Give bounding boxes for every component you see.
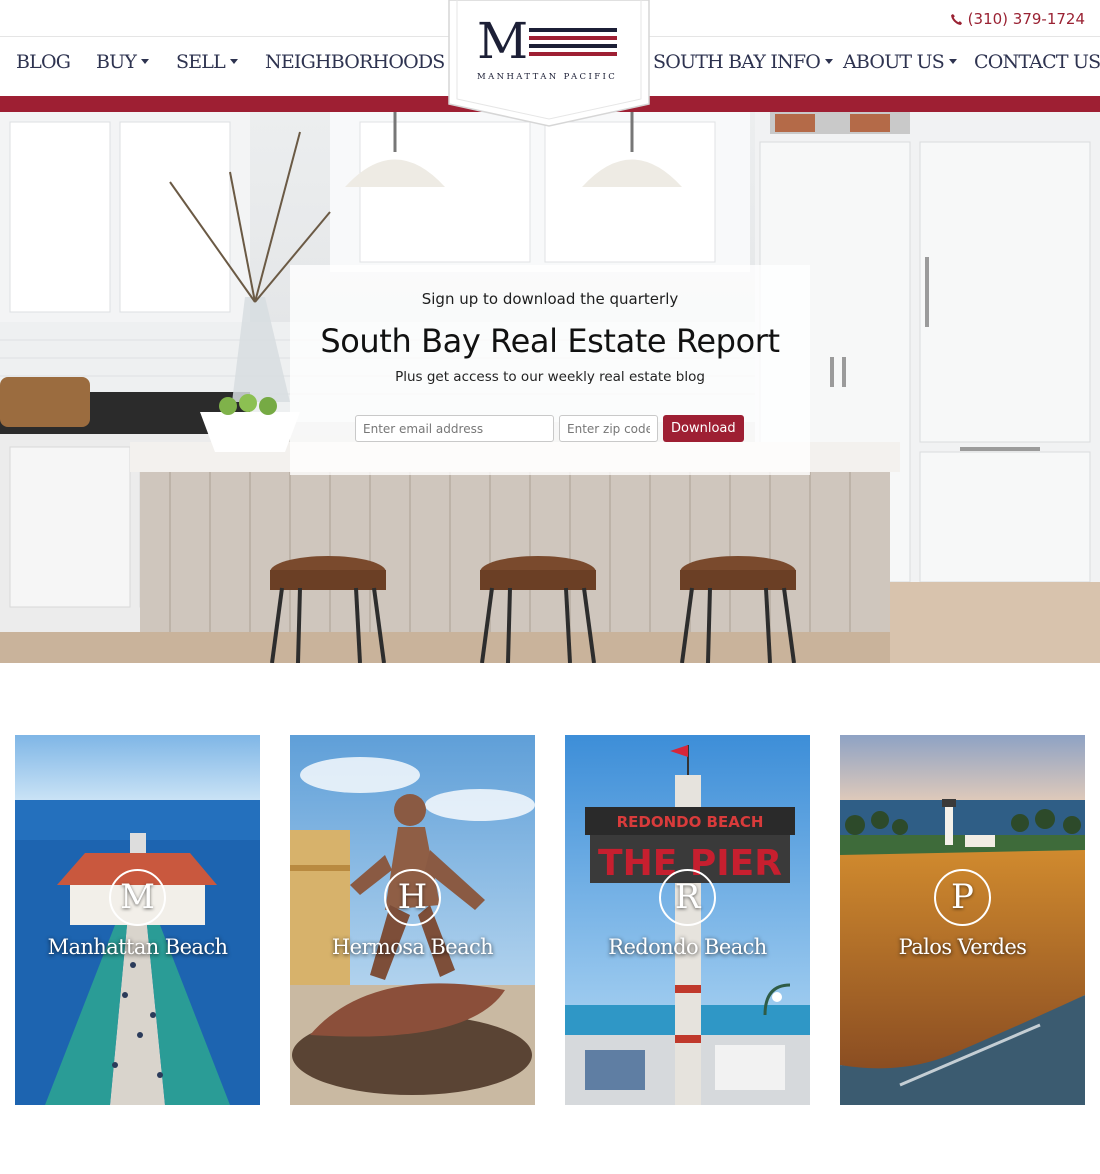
signup-form: Download	[355, 415, 744, 442]
nav-buy[interactable]: BUY	[96, 51, 150, 73]
logo-wordmark: MANHATTAN PACIFIC	[477, 72, 618, 82]
card-letter: H	[384, 869, 441, 926]
chevron-down-icon	[229, 58, 238, 64]
email-input[interactable]	[355, 415, 554, 442]
card-letter: M	[109, 869, 166, 926]
chevron-down-icon	[141, 58, 150, 64]
card-letter: R	[659, 869, 716, 926]
neighborhood-cards: M Manhattan Beach H Hermosa Beach REDOND…	[15, 735, 1085, 1105]
nav-about-us[interactable]: ABOUT US	[843, 51, 957, 73]
nav-blog[interactable]: BLOG	[16, 51, 71, 73]
download-button[interactable]: Download	[663, 415, 744, 442]
phone-icon	[950, 13, 962, 25]
card-title: Manhattan Beach	[47, 935, 228, 959]
hero-banner: Sign up to download the quarterly South …	[0, 112, 1100, 663]
card-palos-verdes[interactable]: P Palos Verdes	[840, 735, 1085, 1105]
phone-link[interactable]: (310) 379-1724	[950, 10, 1085, 28]
nav-south-bay-info[interactable]: SOUTH BAY INFO	[653, 51, 834, 73]
card-hermosa-beach[interactable]: H Hermosa Beach	[290, 735, 535, 1105]
signup-title: South Bay Real Estate Report	[320, 322, 780, 360]
logo-mark: M MANHATTAN PACIFIC	[477, 16, 621, 82]
report-signup-panel: Sign up to download the quarterly South …	[290, 265, 810, 475]
nav-south-bay-info-label: SOUTH BAY INFO	[653, 51, 821, 73]
card-manhattan-beach[interactable]: M Manhattan Beach	[15, 735, 260, 1105]
nav-sell[interactable]: SELL	[176, 51, 238, 73]
card-title: Hermosa Beach	[331, 935, 494, 959]
nav-contact-us-label: CONTACT US	[974, 51, 1100, 73]
signup-pretitle: Sign up to download the quarterly	[421, 290, 679, 308]
nav-about-us-label: ABOUT US	[843, 51, 945, 73]
phone-number: (310) 379-1724	[967, 10, 1085, 28]
site-logo[interactable]: M MANHATTAN PACIFIC	[447, 0, 651, 128]
logo-letter: M	[477, 12, 529, 70]
nav-contact-us[interactable]: CONTACT US	[974, 51, 1100, 73]
nav-blog-label: BLOG	[16, 51, 71, 73]
card-redondo-beach[interactable]: REDONDO BEACH THE PIER R Redondo Beach	[565, 735, 810, 1105]
card-title: Palos Verdes	[898, 935, 1027, 959]
logo-stripes	[529, 28, 617, 60]
nav-buy-label: BUY	[96, 51, 137, 73]
nav-neighborhoods[interactable]: NEIGHBORHOODS	[265, 51, 458, 73]
pier-sign-top-text: REDONDO BEACH	[617, 813, 764, 831]
nav-sell-label: SELL	[176, 51, 226, 73]
chevron-down-icon	[948, 58, 957, 64]
card-letter: P	[934, 869, 991, 926]
zip-input[interactable]	[559, 415, 658, 442]
signup-subtitle: Plus get access to our weekly real estat…	[395, 369, 705, 385]
nav-neighborhoods-label: NEIGHBORHOODS	[265, 51, 445, 73]
card-title: Redondo Beach	[608, 935, 767, 959]
chevron-down-icon	[825, 58, 834, 64]
